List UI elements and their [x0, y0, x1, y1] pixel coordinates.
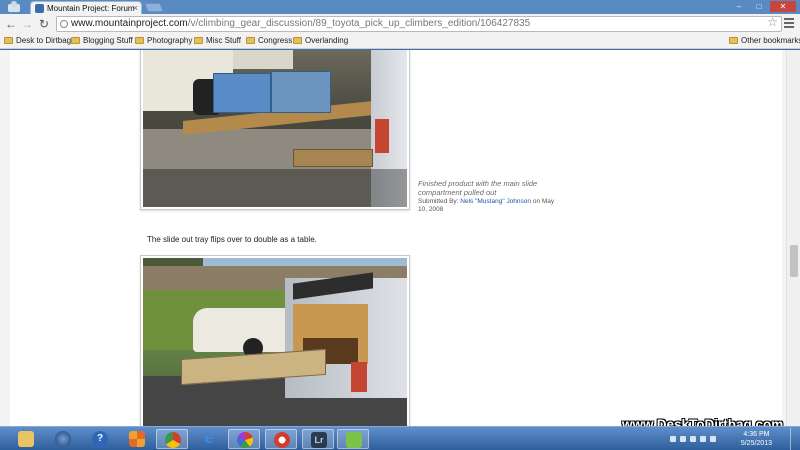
minimize-button[interactable]: –: [730, 1, 748, 12]
tab-close-icon[interactable]: ×: [133, 3, 138, 13]
forward-button[interactable]: →: [20, 17, 34, 31]
reload-button[interactable]: ↻: [37, 17, 51, 31]
picasa-button[interactable]: [228, 429, 260, 449]
new-tab-button[interactable]: [144, 3, 164, 12]
bookmark-label: Congress: [258, 36, 293, 45]
window-controls: – □ ✕: [730, 1, 796, 12]
folder-icon: [246, 37, 255, 44]
tab-mountain-project[interactable]: Mountain Project: Forum ×: [30, 1, 142, 15]
chrome-button[interactable]: [156, 429, 188, 449]
chrome-icon: [165, 432, 181, 448]
bookmark-label: Desk to Dirtbag: [16, 36, 72, 45]
bookmark-folder-blogging-stuff[interactable]: Blogging Stuff: [71, 36, 133, 45]
clock-time: 4:36 PM: [743, 431, 770, 438]
page-info-icon[interactable]: [60, 20, 68, 28]
bookmarks-bar: Desk to Dirtbag Blogging Stuff Photograp…: [0, 34, 800, 49]
bookmark-folder-misc-stuff[interactable]: Misc Stuff: [194, 36, 241, 45]
tray-table-photo: [143, 258, 407, 426]
system-tray: 4:36 PM 5/25/2013: [666, 428, 796, 450]
tray-icon[interactable]: [670, 436, 676, 442]
folder-icon: [71, 37, 80, 44]
bookmark-folder-overlanding[interactable]: Overlanding: [293, 36, 348, 45]
volume-icon[interactable]: [700, 436, 706, 442]
network-icon[interactable]: [690, 436, 696, 442]
post-photo-table[interactable]: [140, 255, 410, 426]
submitted-prefix: Submitted By:: [418, 198, 459, 205]
system-clock[interactable]: 4:36 PM 5/25/2013: [741, 430, 772, 448]
browser-user-icon[interactable]: [6, 0, 22, 14]
maximize-button[interactable]: □: [750, 1, 768, 12]
lightroom-button[interactable]: Lr: [302, 429, 334, 449]
photo-submitted-by: Submitted By: Nels "Mustang" Johnson on …: [418, 198, 558, 214]
address-bar[interactable]: www.mountainproject.com/v/climbing_gear_…: [56, 16, 782, 32]
mountain-project-favicon-icon: [35, 4, 44, 13]
evernote-button[interactable]: [337, 429, 369, 449]
folder-icon: [194, 37, 203, 44]
submitter-link[interactable]: Nels "Mustang" Johnson: [460, 198, 531, 205]
app-grid-button[interactable]: [121, 429, 153, 449]
bookmark-star-icon[interactable]: ☆: [767, 15, 778, 29]
bookmark-folder-congress[interactable]: Congress: [246, 36, 292, 45]
chrome-menu-icon[interactable]: [784, 18, 794, 28]
file-explorer-button[interactable]: [10, 429, 42, 449]
windows-taskbar: ? e Lr 4:36 PM 5/25/2013: [0, 426, 800, 450]
bookmark-label: Overlanding: [305, 36, 349, 45]
url-domain: www.mountainproject.com: [71, 18, 188, 29]
flag-icon[interactable]: [710, 436, 716, 442]
app-red-icon: [274, 432, 290, 448]
bookmark-label: Other bookmarks: [741, 36, 800, 45]
clock-date: 5/25/2013: [740, 440, 772, 447]
scrollbar-thumb[interactable]: [790, 245, 798, 277]
folder-icon: [4, 37, 13, 44]
folder-icon: [729, 37, 738, 44]
url-path: /v/climbing_gear_discussion/89_toyota_pi…: [187, 18, 531, 29]
forum-post-content: The slide out tray flips over to double …: [10, 50, 782, 426]
lightroom-icon: Lr: [311, 432, 327, 448]
post-paragraph: The slide out tray flips over to double …: [147, 235, 317, 244]
app-red-button[interactable]: [265, 429, 297, 449]
truck-bed-slide-photo: [143, 50, 407, 207]
bookmark-folder-photography[interactable]: Photography: [135, 36, 192, 45]
page-scrollbar[interactable]: [786, 50, 800, 426]
back-button[interactable]: ←: [4, 17, 18, 31]
media-player-button[interactable]: [47, 429, 79, 449]
close-window-button[interactable]: ✕: [770, 1, 796, 12]
folder-icon: [135, 37, 144, 44]
internet-explorer-button[interactable]: e: [193, 429, 225, 449]
show-desktop-button[interactable]: [790, 428, 796, 450]
help-icon: ?: [92, 431, 108, 447]
browser-toolbar: ← → ↻ www.mountainproject.com/v/climbing…: [0, 14, 800, 34]
picasa-icon: [237, 432, 253, 448]
page-viewport: The slide out tray flips over to double …: [0, 50, 800, 426]
app-grid-icon: [129, 431, 145, 447]
bookmark-label: Photography: [147, 36, 193, 45]
help-button[interactable]: ?: [84, 429, 116, 449]
media-player-icon: [55, 431, 71, 447]
internet-explorer-icon: e: [204, 430, 214, 447]
bookmark-label: Misc Stuff: [206, 36, 241, 45]
bookmark-folder-other[interactable]: Other bookmarks: [729, 36, 800, 45]
bookmark-label: Blogging Stuff: [83, 36, 133, 45]
evernote-icon: [346, 432, 362, 448]
tab-strip: Mountain Project: Forum × – □ ✕: [0, 0, 800, 15]
folder-icon: [293, 37, 302, 44]
tab-title: Mountain Project: Forum: [47, 4, 135, 13]
file-explorer-icon: [18, 431, 34, 447]
post-photo-slide-out[interactable]: [140, 50, 410, 210]
bookmark-folder-desk-to-dirtbag[interactable]: Desk to Dirtbag: [4, 36, 71, 45]
tray-icon[interactable]: [680, 436, 686, 442]
photo-caption: Finished product with the main slide com…: [418, 179, 538, 197]
